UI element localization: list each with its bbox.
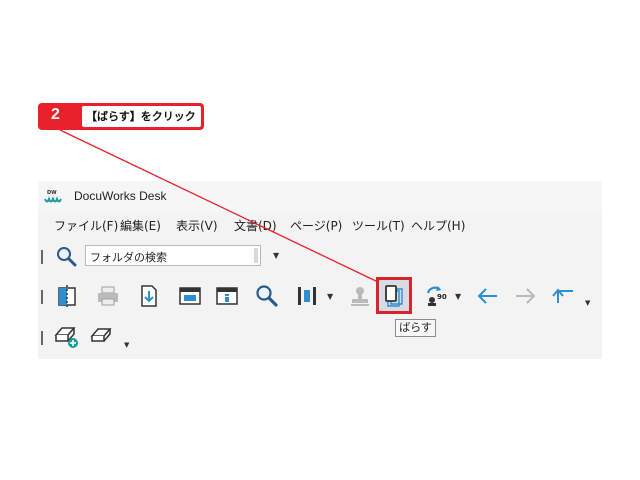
- docuworks-window: DW DocuWorks Desk ファイル(F) 編集(E) 表示(V) 文書…: [38, 181, 602, 359]
- unbind-tooltip: ばらす: [395, 319, 436, 337]
- folder-search-value: フォルダの検索: [90, 251, 167, 264]
- rotate-dropdown-icon[interactable]: ▼: [455, 292, 461, 301]
- viewer-window-icon: [179, 287, 201, 305]
- menu-view[interactable]: 表示(V): [176, 217, 218, 234]
- unbind-documents-icon: [385, 285, 403, 307]
- properties-button[interactable]: [214, 283, 240, 309]
- search-dropdown-icon[interactable]: ▼: [273, 251, 279, 260]
- step-callout: 2 【ばらす】をクリック: [38, 103, 204, 130]
- split-page-icon: [58, 285, 76, 308]
- up-dropdown-icon[interactable]: ▼: [585, 299, 590, 307]
- printer-icon: [98, 286, 118, 306]
- step-number: 2: [51, 106, 60, 123]
- unbind-button-highlight[interactable]: [376, 277, 412, 314]
- menu-file[interactable]: ファイル(F): [54, 217, 118, 234]
- import-button[interactable]: [136, 283, 162, 309]
- menu-edit[interactable]: 編集(E): [120, 217, 161, 234]
- stamp-icon: [351, 287, 369, 306]
- menu-tools[interactable]: ツール(T): [352, 217, 405, 234]
- search-icon[interactable]: [56, 246, 78, 268]
- new-tray-button[interactable]: [53, 323, 79, 349]
- toolbar-grip[interactable]: [41, 290, 43, 304]
- bind-dropdown-icon[interactable]: ▼: [327, 292, 333, 301]
- window-title: DocuWorks Desk: [74, 189, 167, 203]
- menu-document[interactable]: 文書(D): [234, 217, 277, 234]
- title-bar: DW DocuWorks Desk: [38, 181, 602, 212]
- info-window-icon: [216, 287, 238, 305]
- search-scroll-indicator: [254, 248, 258, 263]
- toolbar-grip[interactable]: [41, 331, 43, 345]
- split-page-button[interactable]: [55, 283, 81, 309]
- docuworks-logo-icon: DW: [44, 190, 62, 203]
- toolbar-grip[interactable]: [41, 250, 43, 264]
- stamp-button[interactable]: [347, 283, 373, 309]
- magnifier-icon: [256, 285, 278, 307]
- step-instruction: 【ばらす】をクリック: [82, 106, 201, 127]
- bind-button[interactable]: [294, 283, 320, 309]
- menu-bar: ファイル(F) 編集(E) 表示(V) 文書(D) ページ(P) ツール(T) …: [38, 212, 602, 238]
- back-button[interactable]: [475, 283, 501, 309]
- open-viewer-button[interactable]: [177, 283, 203, 309]
- tray-dropdown-icon[interactable]: ▼: [124, 341, 129, 349]
- print-button[interactable]: [95, 283, 121, 309]
- forward-button[interactable]: [512, 283, 538, 309]
- folder-search-input[interactable]: フォルダの検索: [85, 245, 261, 266]
- menu-page[interactable]: ページ(P): [290, 217, 342, 234]
- up-folder-button[interactable]: [551, 283, 577, 309]
- menu-help[interactable]: ヘルプ(H): [411, 217, 465, 234]
- bind-documents-icon: [298, 287, 316, 305]
- search-button[interactable]: [254, 283, 280, 309]
- arrow-up-corner-icon: [552, 288, 573, 303]
- add-tray-icon: [54, 327, 78, 348]
- tray-icon: [90, 328, 112, 342]
- import-document-icon: [141, 285, 157, 307]
- rotate-degree-label: 90: [437, 293, 447, 301]
- arrow-right-icon: [516, 288, 536, 304]
- svg-text:DW: DW: [47, 190, 57, 196]
- tray-button[interactable]: [89, 323, 115, 349]
- arrow-left-icon: [477, 288, 497, 304]
